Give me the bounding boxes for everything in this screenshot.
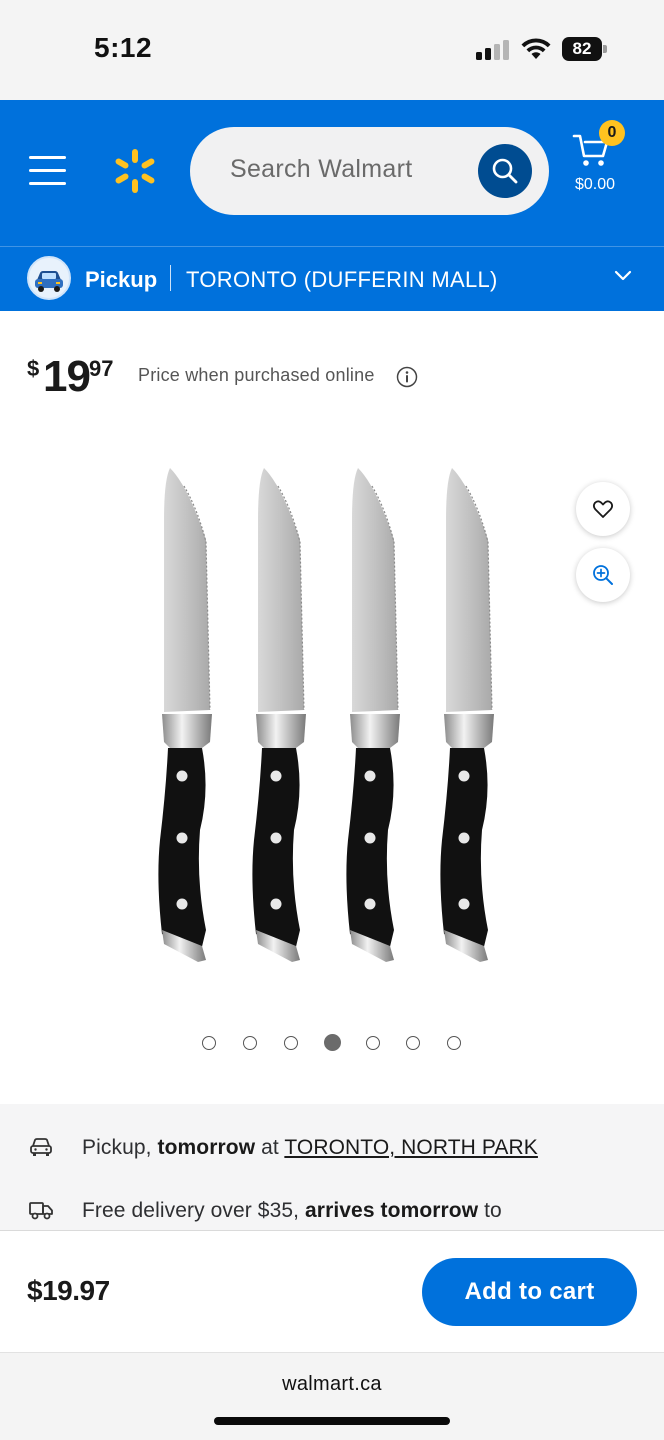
favorite-button[interactable] [576, 482, 630, 536]
delivery-option-text: Free delivery over $35, arrives tomorrow… [82, 1199, 502, 1223]
search-icon [492, 158, 518, 184]
battery-icon: 82 [562, 37, 608, 61]
car-icon [30, 1138, 52, 1156]
pickup-middle: at [255, 1136, 285, 1159]
browser-address-bar: walmart.ca [0, 1352, 664, 1440]
pickup-store-name[interactable]: TORONTO (DUFFERIN MALL) [186, 267, 498, 293]
price-whole: 19 [43, 352, 91, 401]
delivery-eta: arrives tomorrow [305, 1199, 479, 1222]
pickup-option: Pickup, tomorrow at TORONTO, NORTH PARK [0, 1128, 664, 1168]
carousel-dot[interactable] [284, 1036, 298, 1050]
sticky-price: $19.97 [27, 1275, 110, 1306]
info-icon[interactable] [396, 366, 418, 388]
home-indicator[interactable] [214, 1417, 450, 1425]
pickup-label: Pickup [85, 267, 158, 292]
status-bar: 5:12 82 [0, 0, 664, 100]
fulfillment-options: Pickup, tomorrow at TORONTO, NORTH PARK … [0, 1104, 664, 1230]
pickup-store-link[interactable]: TORONTO, NORTH PARK [284, 1136, 538, 1159]
cellular-signal-icon [476, 40, 510, 60]
search-input[interactable]: Search Walmart [230, 155, 412, 184]
battery-level: 82 [562, 37, 602, 61]
divider [170, 265, 171, 291]
delivery-option: Free delivery over $35, arrives tomorrow… [0, 1191, 664, 1230]
delivery-suffix: to [478, 1199, 502, 1222]
add-to-cart-button[interactable]: Add to cart [422, 1258, 637, 1326]
carousel-dot[interactable] [243, 1036, 257, 1050]
pickup-day: tomorrow [157, 1136, 256, 1159]
site-header: Search Walmart 0 $0.00 [0, 100, 664, 246]
pickup-store-selector[interactable]: Pickup TORONTO (DUFFERIN MALL) [0, 246, 664, 311]
walmart-spark-logo[interactable] [110, 146, 160, 196]
pickup-car-icon [27, 256, 71, 300]
zoom-button[interactable] [576, 548, 630, 602]
cart-count-badge: 0 [599, 120, 625, 146]
carousel-dot[interactable] [447, 1036, 461, 1050]
status-time: 5:12 [94, 32, 153, 63]
price-note: Price when purchased online [138, 365, 375, 385]
delivery-prefix: Free delivery over $35, [82, 1199, 306, 1222]
delivery-truck-icon [29, 1202, 53, 1220]
price-currency: $ [27, 356, 40, 381]
search-button[interactable] [478, 144, 532, 198]
wifi-icon [521, 38, 551, 59]
carousel-dot[interactable] [406, 1036, 420, 1050]
cart-total: $0.00 [575, 176, 616, 193]
cart-button[interactable]: 0 $0.00 [567, 120, 631, 204]
add-to-cart-bar: $19.97 Add to cart [0, 1230, 664, 1352]
carousel-dot-active[interactable] [324, 1034, 341, 1051]
pickup-option-text: Pickup, tomorrow at TORONTO, NORTH PARK [82, 1136, 538, 1160]
chevron-down-icon[interactable] [613, 269, 633, 283]
zoom-in-icon [593, 565, 613, 585]
pickup-prefix: Pickup, [82, 1136, 158, 1159]
heart-icon [592, 500, 614, 518]
menu-icon[interactable] [29, 154, 67, 186]
search-bar[interactable]: Search Walmart [190, 127, 549, 215]
product-image[interactable] [140, 460, 524, 970]
price-cents: 97 [89, 356, 114, 381]
image-carousel-dots [202, 1034, 472, 1052]
url-display[interactable]: walmart.ca [0, 1373, 664, 1396]
carousel-dot[interactable] [366, 1036, 380, 1050]
carousel-dot[interactable] [202, 1036, 216, 1050]
